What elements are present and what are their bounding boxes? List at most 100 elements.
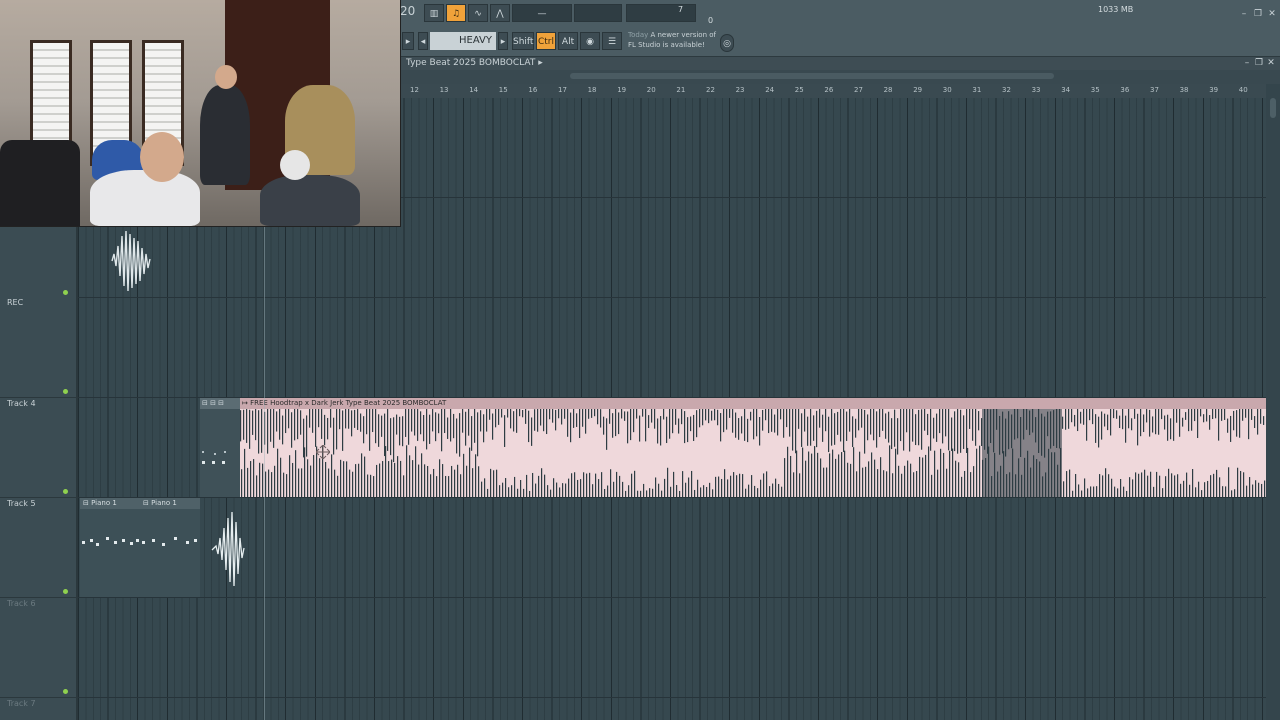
ctrl-button[interactable]: Ctrl [536,32,556,50]
audio-clip-track5[interactable] [210,498,246,598]
waveform-peak [684,411,686,444]
waveform-peak [940,448,942,497]
audio-clip-rec[interactable] [108,226,154,296]
waveform-peak [618,412,620,435]
playlist-restore-icon[interactable]: ❐ [1253,57,1265,69]
news-panel[interactable]: Today A newer version of FL Studio is av… [628,30,718,52]
wave-icon[interactable]: ∿ [468,4,488,22]
scrollbar-thumb[interactable] [1270,98,1276,118]
waveform-peak [529,490,531,497]
clip-small-body[interactable] [200,409,240,497]
app-close-icon[interactable]: ✕ [1266,8,1278,20]
metronome-icon[interactable]: ⋀ [490,4,510,22]
waveform-peak [397,456,399,497]
webcam-person-head [140,132,184,182]
timeline-ruler[interactable]: 12 13 14 15 16 17 18 19 20 21 22 23 24 25 26 27 28 29 30 31… [400,84,1266,98]
waveform-peak [1234,489,1236,497]
waveform-peak [948,409,950,451]
waveform-peak [328,468,330,497]
waveform-peak [1116,410,1118,419]
waveform-peak [555,409,557,431]
pattern-clip-b-header[interactable]: ⊟ Piano 1 [140,498,200,509]
waveform-peak [499,485,501,497]
mode-prev-icon[interactable]: ◂ [418,32,428,50]
pattern-clip-b[interactable] [140,509,200,597]
globe-icon[interactable]: ◎ [720,34,734,52]
track-label-5[interactable]: Track 5 [7,499,36,508]
ruler-bar-number: 36 [1120,86,1130,94]
audio-clip-waveform[interactable] [240,409,1266,497]
master-volume-slider[interactable]: — [512,4,572,22]
waveform-peak [951,417,953,451]
snap-mode-display[interactable]: HEAVY [430,32,496,50]
nav-arrow-icon[interactable]: ▸ [402,32,414,50]
waveform-peak [456,418,458,454]
waveform-peak [372,409,374,433]
waveform-peak [1123,486,1125,497]
piano-icon[interactable]: ▥ [424,4,444,22]
mode-next-icon[interactable]: ▸ [498,32,508,50]
waveform-peak [682,471,684,497]
playlist-close-icon[interactable]: ✕ [1265,57,1277,69]
vertical-scrollbar[interactable] [1266,84,1280,720]
track-label-4[interactable]: Track 4 [7,399,36,408]
waveform-peak [1092,409,1094,425]
waveform-peak [469,447,471,497]
shift-button[interactable]: Shift [512,32,534,50]
waveform-peak [936,413,938,442]
playlist-minimize-icon[interactable]: – [1241,57,1253,69]
app-minimize-icon[interactable]: – [1238,8,1250,20]
waveform-peak [1197,409,1199,439]
hint-icon[interactable]: ◉ [580,32,600,50]
waveform-peak [549,409,551,420]
pattern-clip-a-header[interactable]: ⊟ Piano 1 [80,498,140,509]
waveform-peak [436,476,438,497]
waveform-peak [718,476,720,497]
waveform-peak [1228,467,1230,497]
master-pitch-slider[interactable] [574,4,622,22]
webcam-overlay [0,0,401,227]
waveform-peak [340,459,342,497]
track-mute-led[interactable] [63,589,68,594]
waveform-peak [837,411,839,435]
track-label-7[interactable]: Track 7 [7,699,36,708]
track-mute-led[interactable] [63,489,68,494]
waveform-peak [330,409,332,428]
tempo-display[interactable]: 20 [400,4,415,24]
waveform-peak [1171,473,1173,497]
track-mute-led[interactable] [63,389,68,394]
waveform-peak [465,411,467,446]
alt-button[interactable]: Alt [558,32,578,50]
waveform-peak [1104,413,1106,427]
pattern-clip-a-notes [82,537,139,546]
scrollbar-thumb[interactable] [570,73,1054,79]
app-restore-icon[interactable]: ❐ [1252,8,1264,20]
waveform-peak [927,413,929,436]
title-arrow-icon[interactable]: ▸ [538,58,543,68]
waveform-peak [421,453,423,497]
waveform-peak [1233,410,1235,431]
waveform-peak [949,450,951,497]
waveform-peak [703,485,705,497]
horizontal-scrollbar[interactable] [400,70,1280,84]
track-mute-led[interactable] [63,689,68,694]
clip-small-header[interactable]: ⊟ ⊟ ⊟ [200,398,240,409]
ruler-bar-number: 37 [1150,86,1159,94]
waveform-peak [309,409,311,428]
waveform-peak [736,475,738,497]
step-seq-icon[interactable]: ♫ [446,4,466,22]
waveform-peak [369,409,371,451]
waveform-peak [1212,409,1214,420]
waveform-peak [304,447,306,497]
track-label-6[interactable]: Track 6 [7,599,36,608]
playlist-icon[interactable]: ☰ [602,32,622,50]
waveform-peak [312,409,314,433]
waveform-peak [339,409,341,430]
waveform-peak [531,417,533,446]
pattern-clip-a[interactable] [80,509,140,597]
track-mute-led[interactable] [63,290,68,295]
audio-clip-header[interactable]: ↦ FREE Hoodtrap x Dark Jerk Type Beat 20… [240,398,1266,409]
waveform-peak [1065,409,1067,430]
waveform-peak [477,412,479,457]
track-label-rec[interactable]: REC [7,298,23,307]
